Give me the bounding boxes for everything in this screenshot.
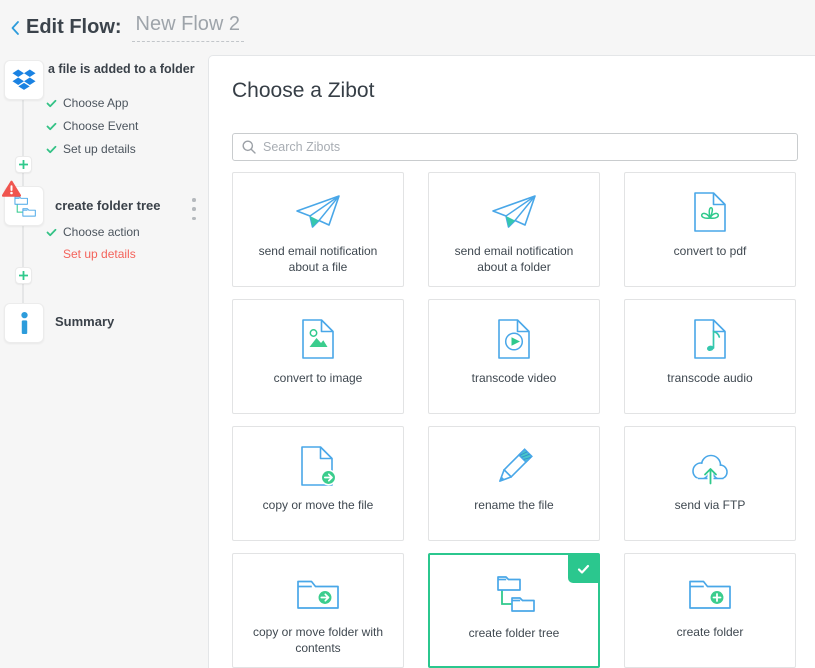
substep-label: Set up details <box>63 142 136 156</box>
dropbox-icon <box>12 69 36 91</box>
zibot-card-label: send email notification about a file <box>233 243 403 275</box>
zibot-card[interactable]: transcode video <box>428 299 600 414</box>
add-step-button[interactable] <box>15 267 32 284</box>
warning-icon <box>2 180 21 202</box>
add-step-button[interactable] <box>15 156 32 173</box>
zibot-card-label: send via FTP <box>665 497 756 513</box>
back-button[interactable] <box>10 20 20 36</box>
zibot-card[interactable]: send email notification about a folder <box>428 172 600 287</box>
file-audio-icon <box>693 312 727 366</box>
header: Edit Flow: New Flow 2 <box>0 0 815 55</box>
zibot-card[interactable]: transcode audio <box>624 299 796 414</box>
selected-check-badge <box>568 555 598 583</box>
zibot-card[interactable]: send via FTP <box>624 426 796 541</box>
search-icon <box>242 140 256 154</box>
step-substep-setup-details-error[interactable]: Set up details <box>46 247 136 261</box>
file-video-icon <box>497 312 531 366</box>
file-image-icon <box>301 312 335 366</box>
step-title-action[interactable]: create folder tree <box>55 198 161 213</box>
pencil-icon <box>492 439 536 493</box>
file-move-icon <box>300 439 337 493</box>
zibot-card-label: copy or move the file <box>253 497 384 513</box>
check-icon <box>46 122 57 131</box>
step-substep-choose-app[interactable]: Choose App <box>46 96 128 110</box>
zibot-card-label: send email notification about a folder <box>429 243 599 275</box>
step-summary-icon-box[interactable] <box>4 303 44 343</box>
zibot-card[interactable]: copy or move folder with contents <box>232 553 404 668</box>
step-substep-choose-action[interactable]: Choose action <box>46 225 140 239</box>
zibot-card[interactable]: copy or move the file <box>232 426 404 541</box>
step-substep-choose-event[interactable]: Choose Event <box>46 119 138 133</box>
zibot-chooser-panel: Choose a Zibot send email notification a… <box>208 55 815 668</box>
zibot-card-label: convert to image <box>264 370 373 386</box>
search-box <box>232 133 798 161</box>
zibot-card-label: create folder tree <box>459 625 570 641</box>
zibot-card[interactable]: create folder <box>624 553 796 668</box>
info-icon <box>20 312 29 334</box>
check-icon <box>46 99 57 108</box>
flow-steps-sidebar: a file is added to a folder Choose App C… <box>0 55 208 668</box>
zibot-card-selected[interactable]: create folder tree <box>428 553 600 668</box>
page-title: Edit Flow: <box>26 16 122 39</box>
paper-plane-icon <box>295 185 341 239</box>
folder-plus-icon <box>688 566 732 620</box>
step-title-trigger[interactable]: a file is added to a folder <box>48 62 196 77</box>
folder-tree-icon <box>491 567 537 621</box>
file-pdf-icon <box>693 185 727 239</box>
substep-label-error: Set up details <box>63 247 136 261</box>
plus-icon <box>19 271 28 280</box>
zibot-card[interactable]: rename the file <box>428 426 600 541</box>
substep-label: Choose Event <box>63 119 138 133</box>
substep-label: Choose App <box>63 96 128 110</box>
step-trigger-icon-box[interactable] <box>4 60 44 100</box>
cloud-upload-icon <box>687 439 733 493</box>
step-menu-button[interactable] <box>188 196 200 222</box>
paper-plane-icon <box>491 185 537 239</box>
folder-move-icon <box>296 566 340 620</box>
check-icon <box>46 145 57 154</box>
zibot-card[interactable]: convert to pdf <box>624 172 796 287</box>
substep-label: Choose action <box>63 225 140 239</box>
zibot-card[interactable]: send email notification about a file <box>232 172 404 287</box>
flow-name-field[interactable]: New Flow 2 <box>132 13 244 42</box>
zibot-card-label: transcode audio <box>657 370 762 386</box>
plus-icon <box>19 160 28 169</box>
zibot-card-label: rename the file <box>464 497 563 513</box>
check-icon <box>577 564 590 575</box>
panel-heading: Choose a Zibot <box>232 79 374 103</box>
zibot-card-label: create folder <box>667 624 754 640</box>
zibot-grid: send email notification about a file sen… <box>232 172 796 668</box>
zibot-card-label: transcode video <box>462 370 567 386</box>
zibot-card-label: copy or move folder with contents <box>233 624 403 656</box>
zibot-card-label: convert to pdf <box>664 243 757 259</box>
search-input[interactable] <box>263 140 797 154</box>
step-title-summary[interactable]: Summary <box>55 314 114 329</box>
check-icon <box>46 228 57 237</box>
step-substep-setup-details[interactable]: Set up details <box>46 142 136 156</box>
zibot-card[interactable]: convert to image <box>232 299 404 414</box>
chevron-left-icon <box>10 20 20 36</box>
